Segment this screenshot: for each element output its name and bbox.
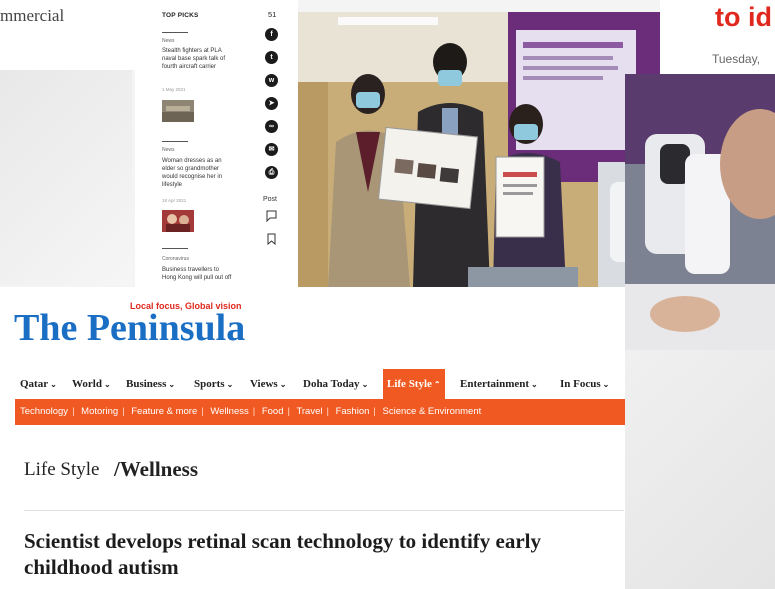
subnav-wellness[interactable]: Wellness (210, 406, 248, 417)
nav-doha-today[interactable]: Doha Today ⌄ (303, 369, 368, 399)
blank-panel (625, 350, 775, 589)
retinal-scan-photo (625, 74, 775, 350)
chevron-down-icon: ⌄ (50, 380, 57, 389)
link-icon[interactable]: ∞ (265, 120, 278, 133)
article-thumbnail[interactable] (162, 100, 194, 122)
chevron-down-icon: ⌄ (103, 380, 111, 389)
article-thumbnail[interactable] (162, 210, 194, 232)
nav-label: In Focus (560, 378, 601, 390)
subnav-travel[interactable]: Travel (296, 406, 322, 417)
chevron-down-icon: ⌄ (361, 380, 369, 389)
blank-panel (0, 70, 132, 285)
whatsapp-icon[interactable]: w (265, 74, 278, 87)
top-pick-link[interactable]: Stealth fighters at PLA naval base spark… (162, 47, 234, 71)
nav-label: Sports (194, 378, 225, 390)
nav-qatar[interactable]: Qatar ⌄ (20, 369, 57, 399)
subnav-food[interactable]: Food (262, 406, 284, 417)
chevron-up-icon: ⌃ (433, 380, 441, 389)
article-tag: News (162, 147, 175, 153)
nav-label: Qatar (20, 378, 49, 390)
chevron-down-icon: ⌄ (531, 380, 538, 389)
nav-entertainment[interactable]: Entertainment ⌄ (460, 369, 538, 399)
divider (162, 141, 188, 142)
nav-views[interactable]: Views ⌄ (250, 369, 286, 399)
nav-life-style[interactable]: Life Style ⌃ (383, 369, 445, 399)
subnav-links: Technology | Motoring | Feature & more | We… (20, 406, 482, 417)
article-date: 18 Apr 2021 (162, 198, 187, 203)
email-icon[interactable]: ✉ (265, 143, 278, 156)
fragment-heading-text: mmercial (0, 6, 65, 25)
bookmark-icon[interactable] (266, 233, 277, 245)
fragment-date: Tuesday, (712, 52, 761, 66)
subnav-technology[interactable]: Technology (20, 406, 68, 417)
subnav-motoring[interactable]: Motoring (81, 406, 118, 417)
breadcrumb-parent[interactable]: Life Style (24, 459, 99, 481)
chevron-down-icon: ⌄ (226, 380, 234, 389)
main-nav: Qatar ⌄ World ⌄ Business ⌄ Sports ⌄ Views ⌄ D… (0, 369, 625, 399)
subnav-feature[interactable]: Feature & more (131, 406, 197, 417)
twitter-icon[interactable]: t (265, 51, 278, 64)
nav-label: World (72, 378, 102, 390)
subnav-fashion[interactable]: Fashion (336, 406, 370, 417)
share-count: 51 (268, 10, 277, 19)
nav-sports[interactable]: Sports ⌄ (194, 369, 233, 399)
article-date: 1 May 2021 (162, 87, 186, 92)
print-icon[interactable]: ⎙ (265, 166, 278, 179)
top-pick-link[interactable]: Woman dresses as an elder so grandmother… (162, 157, 234, 189)
top-pick-link[interactable]: Business travellers to Hong Kong will pu… (162, 266, 234, 282)
nav-label: Views (250, 378, 278, 390)
nav-label: Entertainment (460, 378, 530, 390)
nav-label: Doha Today (303, 378, 360, 390)
divider (162, 248, 188, 249)
divider (24, 510, 624, 511)
nav-business[interactable]: Business ⌄ (126, 369, 175, 399)
nav-world[interactable]: World ⌄ (72, 369, 111, 399)
fragment-title: to id (715, 2, 772, 32)
article-tag: Coronavirus (162, 256, 189, 262)
divider (162, 32, 188, 33)
chevron-down-icon: ⌄ (279, 380, 287, 389)
nav-in-focus[interactable]: In Focus ⌄ (560, 369, 609, 399)
telegram-icon[interactable]: ➤ (265, 97, 278, 110)
top-picks-sidebar: TOP PICKS News Stealth fighters at PLA n… (135, 0, 298, 290)
logo-wordmark: The Peninsula (14, 307, 245, 348)
breadcrumb-current: /Wellness (114, 457, 199, 481)
chevron-down-icon: ⌄ (602, 380, 610, 389)
chevron-down-icon: ⌄ (168, 380, 176, 389)
facebook-icon[interactable]: f (265, 28, 278, 41)
press-conference-photo (298, 12, 660, 287)
article-headline: Scientist develops retinal scan technolo… (24, 529, 541, 579)
post-label: Post (263, 196, 278, 203)
subnav-science[interactable]: Science & Environment (383, 406, 482, 417)
article-tag: News (162, 38, 175, 44)
nav-label: Life Style (387, 378, 432, 390)
nav-label: Business (126, 378, 167, 390)
comment-icon[interactable] (266, 210, 277, 222)
logo-tagline: Local focus, Global vision (130, 301, 242, 311)
top-picks-heading: TOP PICKS (162, 12, 199, 19)
